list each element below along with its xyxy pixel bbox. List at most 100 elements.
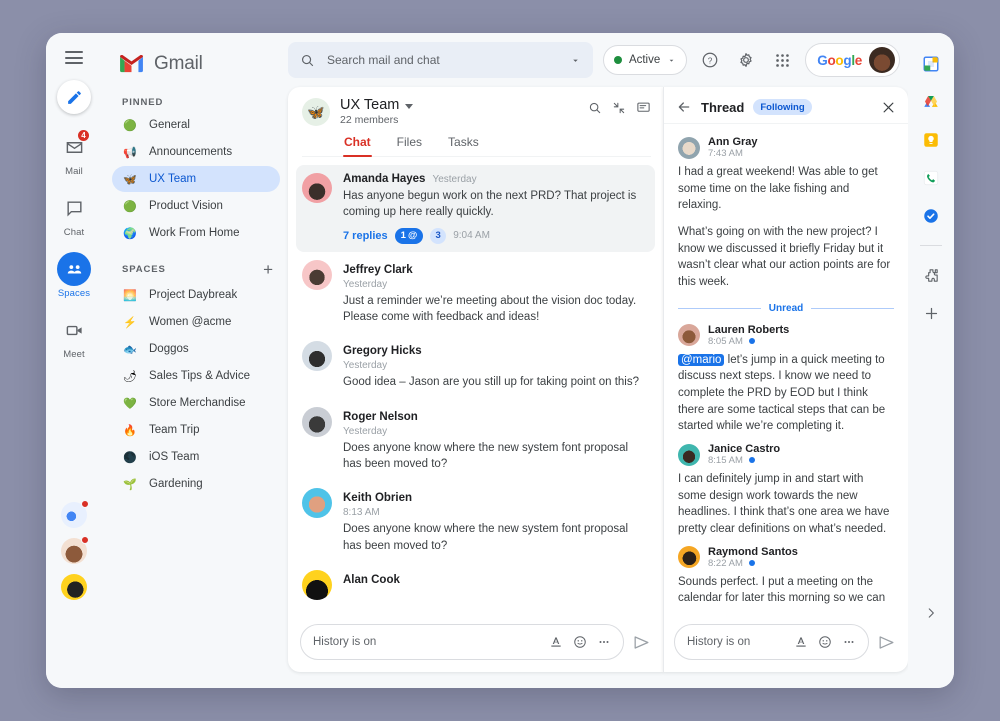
- google-voice-icon[interactable]: [920, 167, 942, 189]
- unread-dot-icon: [748, 457, 755, 464]
- account-avatar[interactable]: [869, 47, 895, 73]
- chat-message-input[interactable]: History is on: [300, 624, 624, 660]
- sidebar-item-meet[interactable]: Meet: [46, 313, 102, 360]
- sidebar-item-spaces[interactable]: Spaces: [46, 252, 102, 299]
- more-horizontal-icon[interactable]: [842, 635, 856, 649]
- search-icon[interactable]: [588, 101, 602, 115]
- send-icon[interactable]: [632, 633, 651, 652]
- thread-message[interactable]: Raymond Santos 8:22 AM Sounds perfect. I…: [678, 538, 894, 607]
- sidebar-item-project-daybreak[interactable]: 🌅 Project Daybreak: [112, 282, 280, 308]
- sidebar-item-label: Gardening: [149, 478, 203, 490]
- mention-chip[interactable]: @mario: [678, 353, 725, 366]
- avatar-chat-1[interactable]: [61, 500, 89, 528]
- plus-icon[interactable]: [920, 302, 942, 324]
- pencil-icon: [66, 89, 83, 106]
- thread-message[interactable]: Ann Gray 7:43 AM I had a great weekend! …: [678, 128, 894, 291]
- hamburger-icon[interactable]: [65, 51, 83, 64]
- thread-message-list[interactable]: Ann Gray 7:43 AM I had a great weekend! …: [664, 124, 908, 616]
- composer-placeholder: History is on: [313, 636, 377, 648]
- format-text-icon[interactable]: [549, 635, 563, 649]
- avatar-chat-3[interactable]: [61, 574, 87, 600]
- format-text-icon[interactable]: [794, 635, 808, 649]
- more-horizontal-icon[interactable]: [597, 635, 611, 649]
- tab-chat[interactable]: Chat: [343, 135, 372, 157]
- tab-files[interactable]: Files: [397, 135, 422, 156]
- globe-icon: 🌍: [123, 227, 137, 240]
- sidebar-item-store-merchandise[interactable]: 💚 Store Merchandise: [112, 390, 280, 416]
- close-icon[interactable]: [881, 100, 896, 115]
- thread-title: Thread: [701, 99, 745, 115]
- sidebar-item-label: iOS Team: [149, 451, 200, 463]
- sidebar-item-sales-tips[interactable]: 🌶 Sales Tips & Advice: [112, 363, 280, 389]
- tab-tasks[interactable]: Tasks: [448, 135, 479, 156]
- following-badge[interactable]: Following: [753, 99, 812, 115]
- help-button[interactable]: ?: [697, 47, 723, 73]
- chevron-down-icon[interactable]: [570, 55, 581, 66]
- sidebar-item-doggos[interactable]: 🐟 Doggos: [112, 336, 280, 362]
- replies-link[interactable]: 7 replies: [343, 230, 388, 242]
- chevron-down-icon[interactable]: [405, 103, 414, 109]
- thread-message-input[interactable]: History is on: [674, 624, 869, 660]
- sidebar-item-work-from-home[interactable]: 🌍 Work From Home: [112, 220, 280, 246]
- sidebar-item-label: Sales Tips & Advice: [149, 370, 250, 382]
- apps-button[interactable]: [769, 47, 795, 73]
- settings-button[interactable]: [733, 47, 759, 73]
- sidebar-item-women-acme[interactable]: ⚡ Women @acme: [112, 309, 280, 335]
- plus-icon[interactable]: +: [263, 261, 280, 278]
- search-placeholder: Search mail and chat: [327, 53, 440, 67]
- sidebar-item-product-vision[interactable]: 🟢 Product Vision: [112, 193, 280, 219]
- chat-pane: 🦋 UX Team 22 members Chat Files Tasks Am…: [288, 87, 663, 672]
- chevron-right-icon[interactable]: [924, 606, 938, 620]
- puzzle-piece-icon[interactable]: [920, 264, 942, 286]
- send-icon[interactable]: [877, 633, 896, 652]
- thread-replies-row[interactable]: 7 replies 1 @ 3 9:04 AM: [343, 227, 647, 244]
- message-item[interactable]: Roger Nelson Yesterday Does anyone know …: [296, 399, 655, 481]
- sidebar-item-general[interactable]: 🟢 General: [112, 112, 280, 138]
- message-item[interactable]: Amanda Hayes Yesterday Has anyone begun …: [296, 165, 655, 252]
- google-calendar-icon[interactable]: [920, 53, 942, 75]
- status-badge[interactable]: Active: [602, 45, 688, 75]
- apps-grid-icon: [774, 52, 791, 69]
- message-sender: Alan Cook: [343, 573, 400, 586]
- search-input[interactable]: Search mail and chat: [288, 42, 593, 78]
- sidebar-item-ios-team[interactable]: 🌑 iOS Team: [112, 444, 280, 470]
- panes-container: 🦋 UX Team 22 members Chat Files Tasks Am…: [288, 87, 908, 688]
- gmail-logo[interactable]: Gmail: [112, 53, 280, 75]
- message-item[interactable]: Jeffrey Clark Yesterday Just a reminder …: [296, 252, 655, 334]
- thread-message[interactable]: Lauren Roberts 8:05 AM @mario let’s jump…: [678, 316, 894, 435]
- sidebar-item-label: Women @acme: [149, 316, 232, 328]
- google-keep-icon[interactable]: [920, 129, 942, 151]
- left-nav-rail: 4 Mail Chat Spaces Meet: [46, 33, 102, 688]
- sidebar-item-team-trip[interactable]: 🔥 Team Trip: [112, 417, 280, 443]
- unread-dot: [81, 500, 89, 508]
- sidebar-item-label: Project Daybreak: [149, 289, 238, 301]
- avatar-chat-2[interactable]: [61, 536, 89, 564]
- account-switcher[interactable]: Google: [805, 43, 900, 77]
- unread-label: Unread: [768, 302, 804, 314]
- thread-panel-icon[interactable]: [636, 100, 651, 115]
- message-item[interactable]: Alan Cook: [296, 562, 655, 608]
- sidebar-item-gardening[interactable]: 🌱 Gardening: [112, 471, 280, 497]
- time-text: 8:15 AM: [708, 455, 743, 467]
- emoji-smiley-icon[interactable]: [573, 635, 587, 649]
- arrow-left-icon[interactable]: [676, 99, 692, 115]
- google-tasks-icon[interactable]: [920, 205, 942, 227]
- google-drive-icon[interactable]: [920, 91, 942, 113]
- emoji-smiley-icon[interactable]: [818, 635, 832, 649]
- green-circle-icon: 🟢: [123, 200, 137, 213]
- compose-button[interactable]: [57, 80, 91, 114]
- message-time: 8:05 AM: [708, 336, 789, 347]
- collapse-arrows-icon[interactable]: [612, 101, 626, 115]
- fish-icon: 🐟: [123, 343, 137, 356]
- mention-badge: 1 @: [394, 227, 424, 244]
- message-item[interactable]: Keith Obrien 8:13 AM Does anyone know wh…: [296, 480, 655, 562]
- time-text: 8:22 AM: [708, 557, 743, 569]
- message-item[interactable]: Gregory Hicks Yesterday Good idea – Jaso…: [296, 333, 655, 398]
- sidebar-item-chat[interactable]: Chat: [46, 191, 102, 238]
- sidebar-item-mail[interactable]: 4 Mail: [46, 129, 102, 177]
- thread-message[interactable]: Janice Castro 8:15 AM I can definitely j…: [678, 435, 894, 538]
- message-list[interactable]: Amanda Hayes Yesterday Has anyone begun …: [288, 157, 663, 616]
- sidebar-item-ux-team[interactable]: 🦋 UX Team: [112, 166, 280, 192]
- at-icon: @: [407, 230, 418, 242]
- sidebar-item-announcements[interactable]: 📢 Announcements: [112, 139, 280, 165]
